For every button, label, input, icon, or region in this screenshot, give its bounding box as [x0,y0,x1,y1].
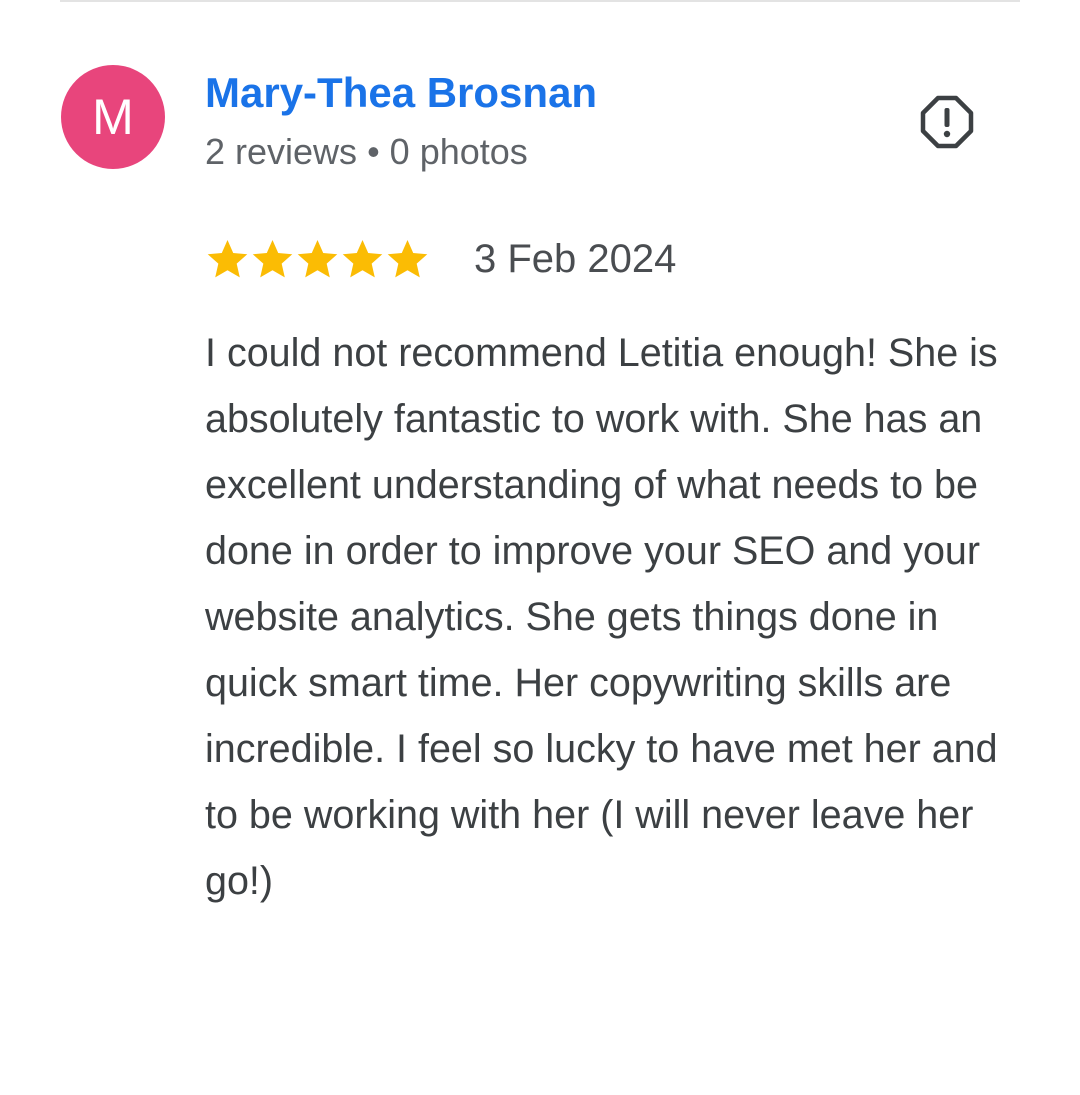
reviewer-name-link[interactable]: Mary-Thea Brosnan [205,66,597,120]
star-icon [207,239,248,277]
star-icon [297,239,338,277]
avatar-initial: M [92,89,134,145]
reviews-count: 2 reviews [205,131,358,172]
report-icon [920,95,974,149]
avatar[interactable]: M [61,65,165,169]
star-icon [387,239,428,277]
review-text: I could not recommend Letitia enough! Sh… [205,331,998,903]
review-date: 3 Feb 2024 [474,237,677,281]
rating-row: 3 Feb 2024 [205,232,676,286]
star-icon [252,239,293,277]
star-icon [342,239,383,277]
report-review-button[interactable] [912,90,982,154]
reviewer-meta: 2 reviews • 0 photos [205,128,528,176]
photos-count: 0 photos [389,131,528,172]
star-rating [205,237,430,282]
top-divider [60,0,1020,2]
meta-separator: • [367,131,380,172]
